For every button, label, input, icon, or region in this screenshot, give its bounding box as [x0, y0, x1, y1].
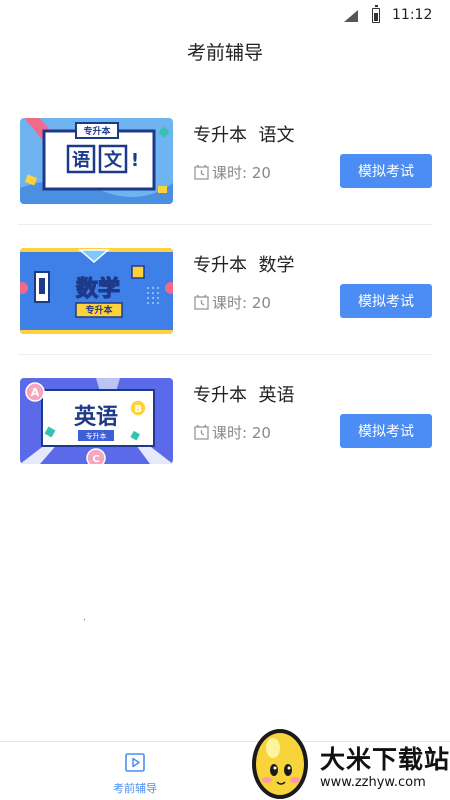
course-thumbnail-english[interactable]: A B C 英语 专升本 — [20, 378, 173, 464]
course-hours-text: 课时: 20 — [212, 424, 271, 442]
thumb-tag: 专升本 — [85, 304, 113, 316]
clock-icon — [194, 294, 209, 310]
status-time: 11:12 — [392, 7, 433, 23]
course-hours-text: 课时: 20 — [212, 294, 271, 312]
mock-exam-button[interactable]: 模拟考试 — [340, 284, 432, 318]
mascot-egg-icon — [252, 729, 308, 799]
page-title: 考前辅导 — [186, 42, 263, 64]
svg-text:文: 文 — [104, 149, 123, 171]
tab-label: 考前辅导 — [113, 782, 157, 795]
course-thumbnail-math[interactable]: 数学 专升本 — [20, 248, 173, 334]
course-hours: 课时: 20 — [193, 292, 271, 313]
course-hours: 课时: 20 — [193, 162, 271, 183]
course-item-english[interactable]: A B C 英语 专升本 专升本 英语 课时: 20 模拟考试 — [18, 355, 432, 485]
watermark: 大米下载站 www.zzhyw.com — [244, 720, 450, 800]
watermark-url: www.zzhyw.com — [320, 775, 426, 790]
stray-dot — [84, 619, 85, 620]
course-title[interactable]: 专升本 英语 — [193, 381, 294, 407]
thumb-tag: 专升本 — [86, 432, 107, 441]
watermark-title: 大米下载站 — [320, 745, 450, 774]
thumb-word: 英语 — [74, 405, 118, 430]
course-item-math[interactable]: 数学 专升本 专升本 数学 课时: 20 模拟考试 — [18, 225, 432, 355]
status-bar: 11:12 — [0, 0, 450, 32]
play-icon — [125, 753, 145, 772]
svg-text:语: 语 — [72, 150, 90, 171]
course-hours: 课时: 20 — [193, 422, 271, 443]
thumb-tag: 专升本 — [83, 125, 111, 137]
course-title[interactable]: 专升本 数学 — [193, 251, 294, 277]
clock-icon — [194, 164, 209, 180]
clock-icon — [194, 424, 209, 440]
course-hours-text: 课时: 20 — [212, 164, 271, 182]
svg-text:B: B — [134, 404, 142, 415]
mock-exam-button[interactable]: 模拟考试 — [340, 154, 432, 188]
svg-text:A: A — [31, 386, 40, 399]
course-thumbnail-chinese[interactable]: 专升本 语 文 ! — [20, 118, 173, 204]
signal-icon — [344, 10, 358, 22]
thumb-word: 数学 — [76, 276, 120, 302]
course-title[interactable]: 专升本 语文 — [193, 121, 294, 147]
svg-text:C: C — [92, 454, 99, 464]
svg-text:!: ! — [131, 150, 139, 171]
battery-icon — [372, 5, 380, 23]
course-list: 专升本 语 文 ! 专升本 语文 课时: 20 模拟考试 数学 专升本 专升本 … — [0, 95, 450, 485]
mock-exam-button[interactable]: 模拟考试 — [340, 414, 432, 448]
tab-exam-tutoring[interactable]: 考前辅导 — [95, 752, 175, 798]
course-item-chinese[interactable]: 专升本 语 文 ! 专升本 语文 课时: 20 模拟考试 — [18, 95, 432, 225]
